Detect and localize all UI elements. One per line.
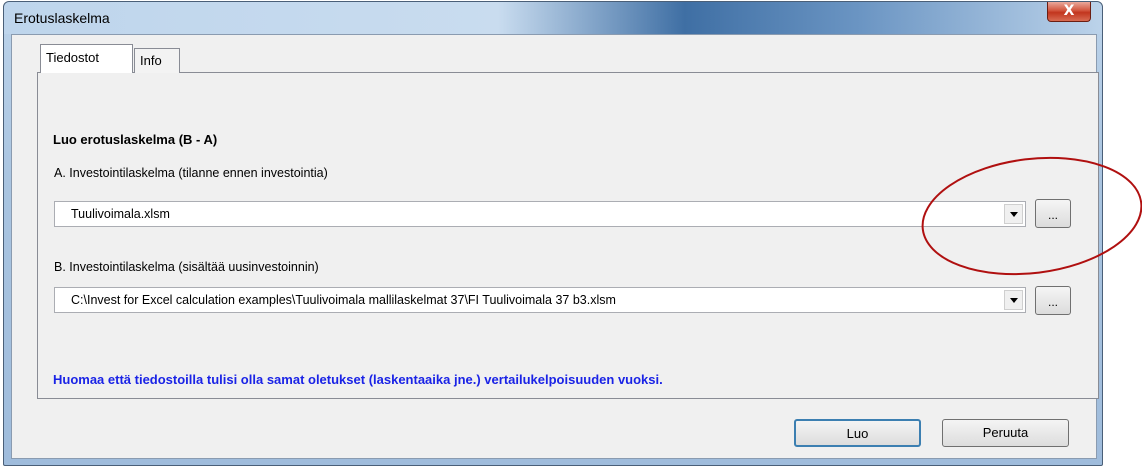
tab-tiedostot[interactable]: Tiedostot [40, 44, 133, 73]
annotation-ellipse [921, 156, 1142, 276]
